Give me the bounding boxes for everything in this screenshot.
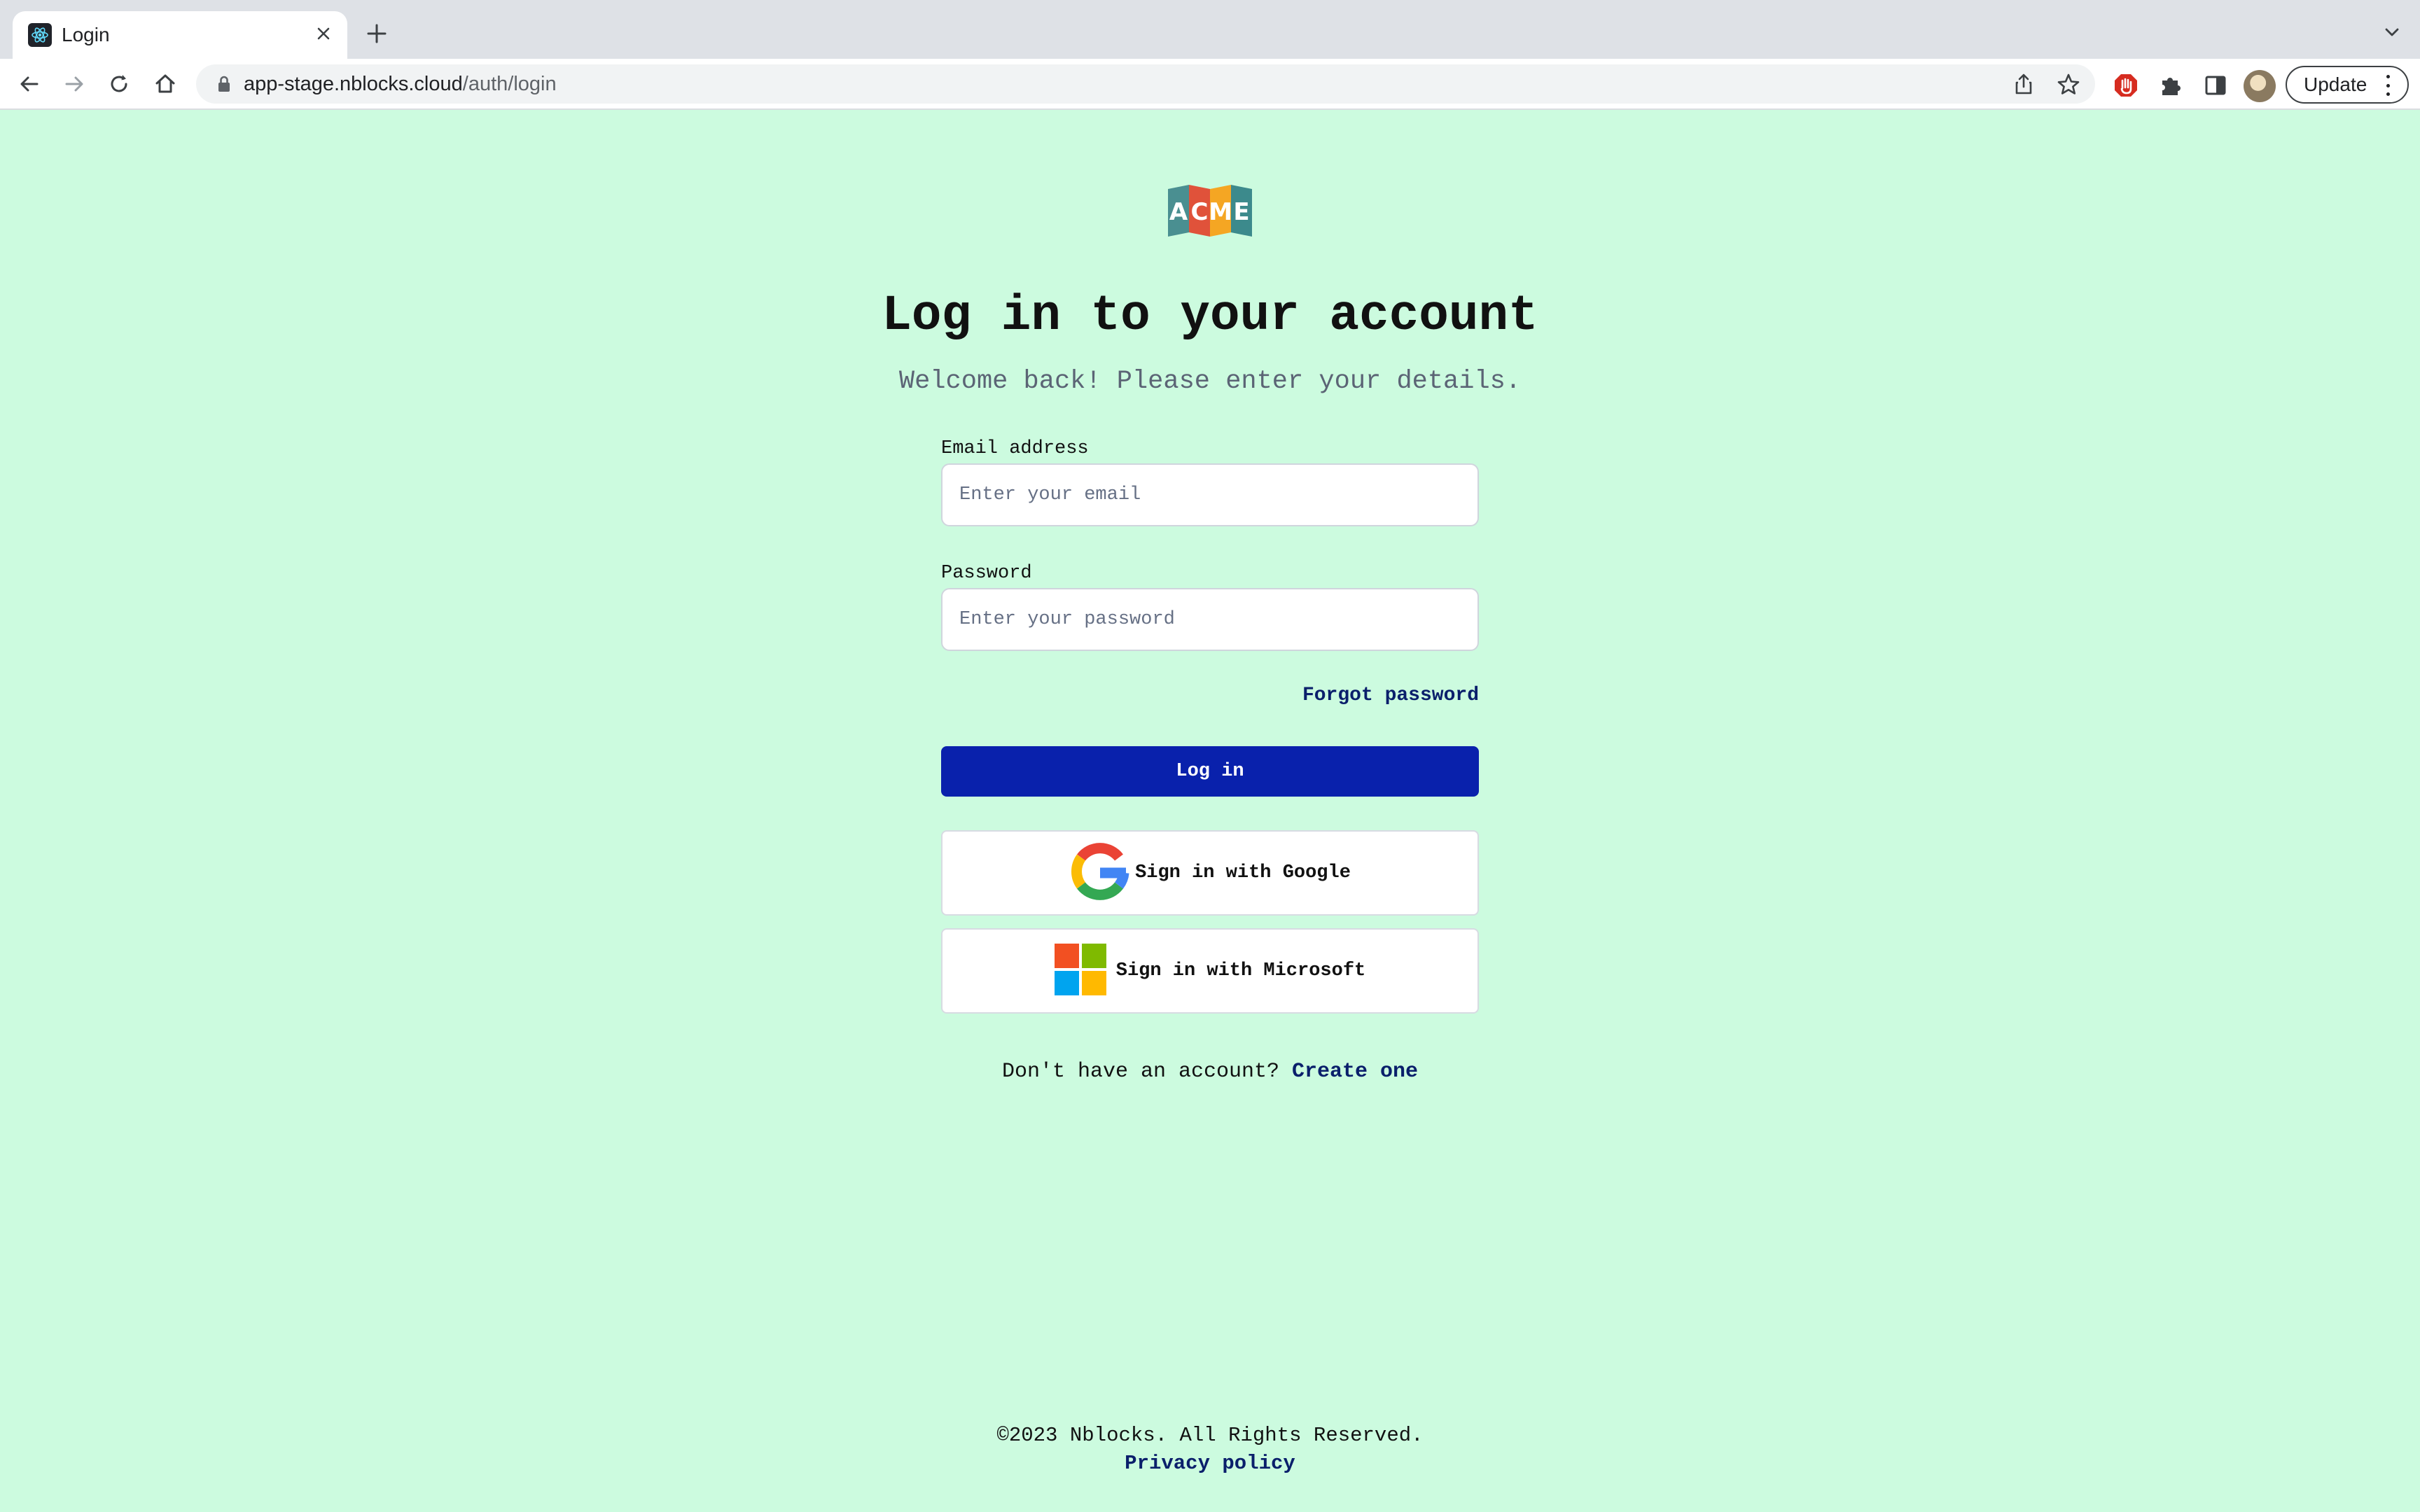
browser-toolbar: app-stage.nblocks.cloud/auth/login Updat… (0, 59, 2420, 110)
google-icon (1069, 841, 1131, 906)
update-label: Update (2304, 74, 2367, 95)
forward-arrow-icon[interactable] (59, 69, 90, 99)
password-label: Password (941, 563, 1032, 584)
logo-letter: A (1169, 198, 1188, 226)
privacy-policy-link[interactable]: Privacy policy (0, 1452, 2420, 1475)
google-signin-label: Sign in with Google (1135, 862, 1351, 883)
page-title: Log in to your account (882, 288, 1538, 344)
share-icon[interactable] (2011, 71, 2036, 97)
url-domain: app-stage.nblocks.cloud (244, 73, 463, 95)
password-input[interactable] (941, 588, 1479, 651)
url-text: app-stage.nblocks.cloud/auth/login (244, 73, 557, 96)
google-signin-button[interactable]: Sign in with Google (941, 830, 1479, 916)
forgot-password-link[interactable]: Forgot password (941, 685, 1479, 706)
adblock-extension-icon[interactable] (2112, 71, 2140, 99)
microsoft-signin-label: Sign in with Microsoft (1115, 960, 1366, 981)
more-vertical-icon[interactable] (2381, 75, 2395, 96)
update-button[interactable]: Update (2286, 66, 2409, 104)
browser-tab[interactable]: Login (13, 11, 347, 59)
back-arrow-icon[interactable] (14, 69, 45, 99)
logo-letter: E (1233, 198, 1249, 226)
lock-icon (214, 74, 234, 94)
close-tab-icon[interactable] (311, 21, 336, 46)
puzzle-extensions-icon[interactable] (2157, 71, 2185, 99)
signup-text: Don't have an account? (1001, 1060, 1280, 1084)
microsoft-signin-button[interactable]: Sign in with Microsoft (941, 928, 1479, 1014)
microsoft-icon (1054, 943, 1106, 999)
new-tab-icon[interactable] (363, 20, 391, 48)
footer-copyright: ©2023 Nblocks. All Rights Reserved. (996, 1424, 1424, 1447)
login-button[interactable]: Log in (941, 746, 1479, 797)
home-icon[interactable] (150, 69, 181, 99)
url-path: /auth/login (462, 73, 557, 95)
tab-title: Login (62, 24, 110, 46)
browser-tab-strip: Login (0, 0, 2420, 59)
react-atom-icon (28, 23, 52, 47)
profile-avatar[interactable] (2244, 70, 2276, 102)
logo-letter: M (1209, 198, 1232, 226)
address-bar[interactable]: app-stage.nblocks.cloud/auth/login (196, 64, 2095, 104)
acme-logo: ACME (1168, 185, 1252, 237)
page-subtitle: Welcome back! Please enter your details. (898, 367, 1522, 396)
create-account-link[interactable]: Create one (1292, 1060, 1418, 1084)
chevron-down-icon[interactable] (2379, 20, 2405, 45)
signup-prompt: Don't have an account? Create one (0, 1060, 2420, 1084)
reload-icon[interactable] (104, 69, 134, 99)
email-label: Email address (941, 438, 1089, 459)
logo-letter: C (1191, 198, 1209, 226)
bookmark-star-icon[interactable] (2056, 71, 2081, 97)
side-panel-icon[interactable] (2202, 71, 2230, 99)
email-input[interactable] (941, 463, 1479, 526)
